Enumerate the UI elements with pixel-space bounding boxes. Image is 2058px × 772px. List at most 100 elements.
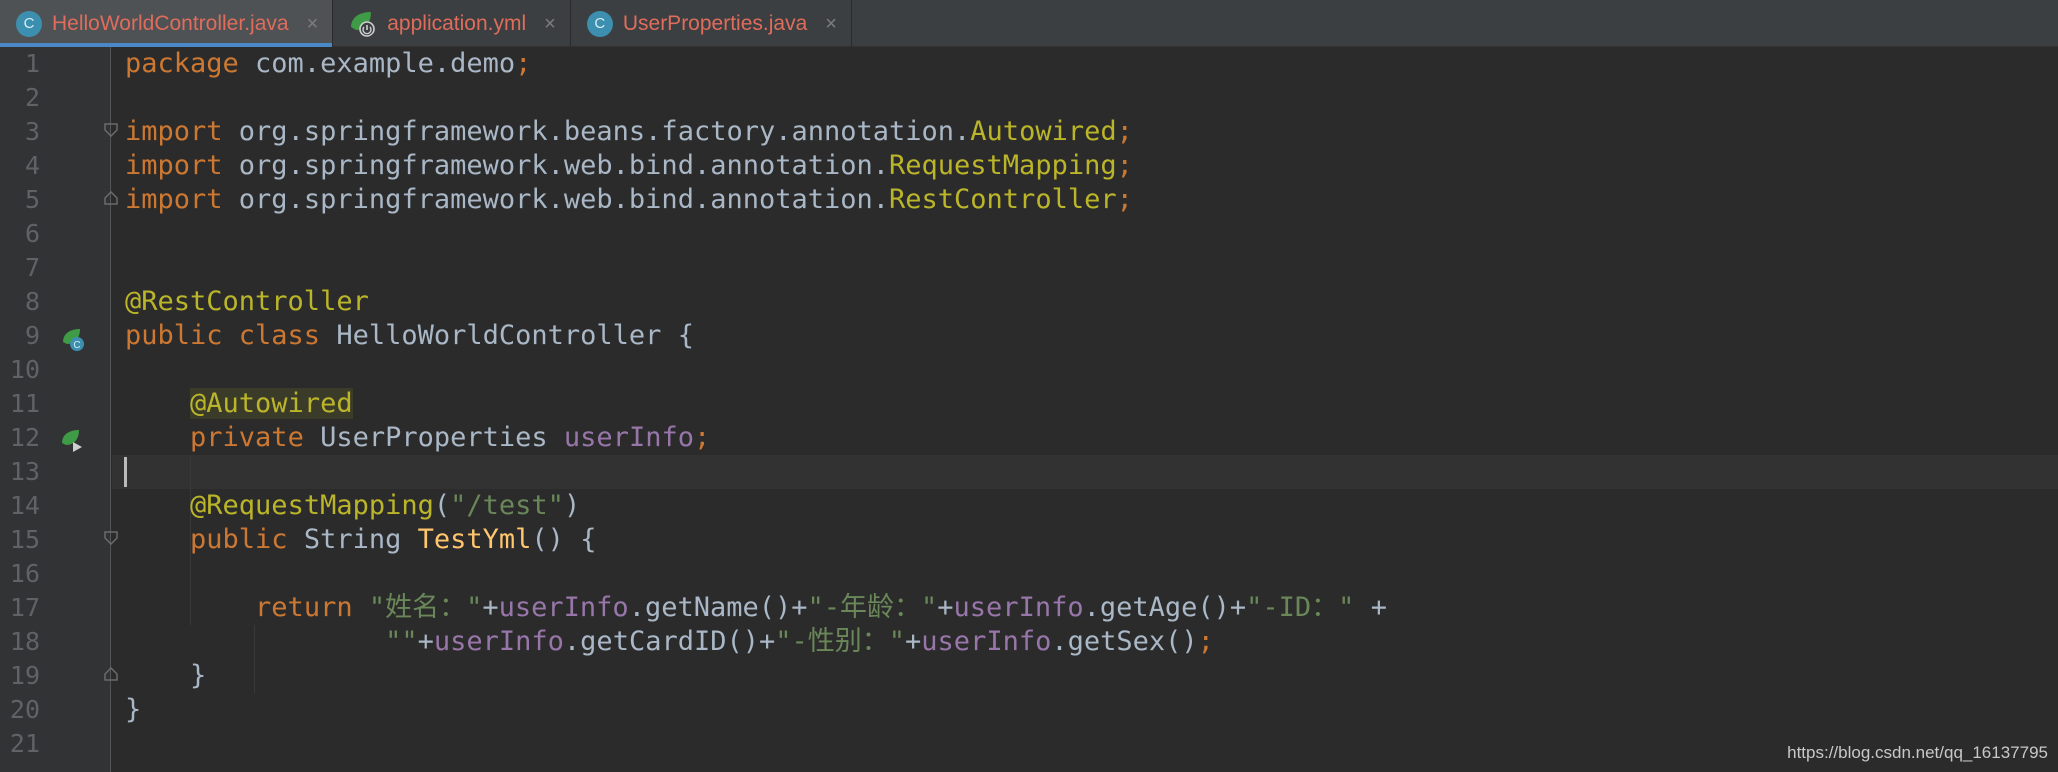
code-line[interactable]: 16 (0, 557, 2058, 591)
line-number[interactable]: 2 (0, 84, 40, 112)
code-line[interactable]: 5 import org.springframework.web.bind.ann… (0, 183, 2058, 217)
close-tab-icon[interactable]: × (307, 14, 319, 34)
code-line[interactable]: 12 private UserProperties userInfo; (0, 421, 2058, 455)
code-token: org.springframework.web.bind.annotation. (238, 184, 890, 215)
code-line[interactable]: 8 @RestController (0, 285, 2058, 319)
code-token: ; (693, 422, 711, 453)
code-token: "-性别：" (775, 626, 906, 657)
code-text[interactable]: ""+userInfo.getCardID()+"-性别："+userInfo.… (125, 627, 1214, 657)
line-number[interactable]: 9 (0, 322, 40, 350)
code-text[interactable]: private UserProperties userInfo; (125, 423, 710, 453)
line-number[interactable]: 6 (0, 220, 40, 248)
code-token: } (125, 660, 207, 691)
code-token: userInfo (921, 626, 1052, 657)
close-tab-icon[interactable]: × (825, 14, 837, 34)
code-text[interactable]: @RestController (125, 287, 369, 317)
line-number[interactable]: 16 (0, 560, 40, 588)
class-icon: C (16, 10, 42, 37)
code-token: org.springframework.beans.factory.annota… (238, 116, 971, 147)
fold-open-icon[interactable] (104, 531, 118, 545)
code-token: "-年龄：" (807, 592, 938, 623)
code-token: import (125, 184, 239, 215)
code-token: ; (1116, 184, 1133, 215)
line-number[interactable]: 5 (0, 186, 40, 214)
spring-bean-class-icon[interactable]: C (60, 326, 86, 352)
line-number[interactable]: 10 (0, 356, 40, 384)
tab-application-yml[interactable]: application.yml × (333, 0, 571, 47)
code-token: .getAge()+ (1083, 592, 1247, 623)
code-token: .getSex() (1051, 626, 1198, 657)
code-line[interactable]: 4 import org.springframework.web.bind.ann… (0, 149, 2058, 183)
code-text[interactable]: package com.example.demo; (125, 49, 531, 79)
line-number[interactable]: 20 (0, 696, 40, 724)
line-number[interactable]: 19 (0, 662, 40, 690)
code-token: } (125, 694, 142, 725)
line-number[interactable]: 13 (0, 458, 40, 486)
code-line[interactable]: 20} (0, 693, 2058, 727)
code-token: String (303, 524, 418, 555)
line-number[interactable]: 8 (0, 288, 40, 316)
code-line[interactable]: 2 (0, 81, 2058, 115)
line-number[interactable]: 1 (0, 50, 40, 78)
tab-helloworldcontroller-java[interactable]: C HelloWorldController.java × (0, 0, 334, 47)
code-line[interactable]: 3 import org.springframework.beans.factor… (0, 115, 2058, 149)
code-line[interactable]: 10 (0, 353, 2058, 387)
line-number[interactable]: 15 (0, 526, 40, 554)
code-token: + (905, 626, 922, 657)
code-line[interactable]: 17 return "姓名："+userInfo.getName()+"-年龄：… (0, 591, 2058, 625)
code-text[interactable]: import org.springframework.beans.factory… (125, 117, 1133, 147)
code-text[interactable]: @RequestMapping("/test") (125, 491, 580, 521)
line-number[interactable]: 3 (0, 118, 40, 146)
line-number[interactable]: 4 (0, 152, 40, 180)
code-line[interactable]: 9 public class HelloWorldController { (0, 319, 2058, 353)
spring-config-icon (351, 11, 376, 37)
code-token: TestYml (417, 524, 532, 555)
code-text[interactable]: import org.springframework.web.bind.anno… (125, 185, 1133, 215)
code-text[interactable]: return "姓名："+userInfo.getName()+"-年龄："+u… (125, 593, 1387, 623)
line-number[interactable]: 7 (0, 254, 40, 282)
code-line[interactable]: 14 @RequestMapping("/test") (0, 489, 2058, 523)
code-text[interactable]: public String TestYml() { (125, 525, 596, 555)
code-line[interactable]: 6 (0, 217, 2058, 251)
fold-close-icon[interactable] (104, 667, 118, 681)
line-number[interactable]: 14 (0, 492, 40, 520)
fold-close-icon[interactable] (104, 191, 118, 205)
line-number[interactable]: 18 (0, 628, 40, 656)
line-number[interactable]: 11 (0, 390, 40, 418)
code-line[interactable]: 19 } (0, 659, 2058, 693)
code-text[interactable]: } (125, 661, 206, 691)
code-text[interactable]: } (125, 695, 141, 725)
close-tab-icon[interactable]: × (544, 14, 556, 34)
code-editor[interactable]: 1 package com.example.demo; 2 3 import org.s… (0, 47, 2058, 772)
code-line[interactable]: 11 @Autowired (0, 387, 2058, 421)
code-text[interactable]: public class HelloWorldController { (125, 321, 694, 351)
code-line[interactable]: 18 ""+userInfo.getCardID()+"-性别："+userIn… (0, 625, 2058, 659)
code-token: ; (1116, 150, 1133, 181)
code-line[interactable]: 15 public String TestYml() { (0, 523, 2058, 557)
line-number[interactable]: 17 (0, 594, 40, 622)
code-line[interactable]: 1 package com.example.demo; (0, 47, 2058, 81)
code-text[interactable]: import org.springframework.web.bind.anno… (125, 151, 1133, 181)
code-line[interactable]: 7 (0, 251, 2058, 285)
code-token: "姓名： (368, 592, 467, 623)
code-line[interactable]: 21 (0, 727, 2058, 761)
ide-window: C HelloWorldController.java × application.y… (0, 0, 2058, 772)
code-token: package (125, 48, 256, 79)
code-text[interactable]: @Autowired (125, 388, 353, 419)
tab-userproperties-java[interactable]: C UserProperties.java × (571, 0, 852, 47)
code-line[interactable]: 13 (0, 455, 2058, 489)
code-token: @RestController (125, 286, 369, 317)
line-number[interactable]: 21 (0, 730, 40, 758)
code-token: ; (1116, 116, 1133, 147)
fold-open-icon[interactable] (104, 123, 118, 137)
code-token: userInfo (563, 422, 694, 453)
code-token: ) (563, 490, 581, 521)
code-token: "" (385, 626, 418, 657)
tab-label: UserProperties.java (622, 11, 808, 35)
spring-autowired-navigate-icon[interactable] (60, 428, 86, 454)
line-number[interactable]: 12 (0, 424, 40, 452)
